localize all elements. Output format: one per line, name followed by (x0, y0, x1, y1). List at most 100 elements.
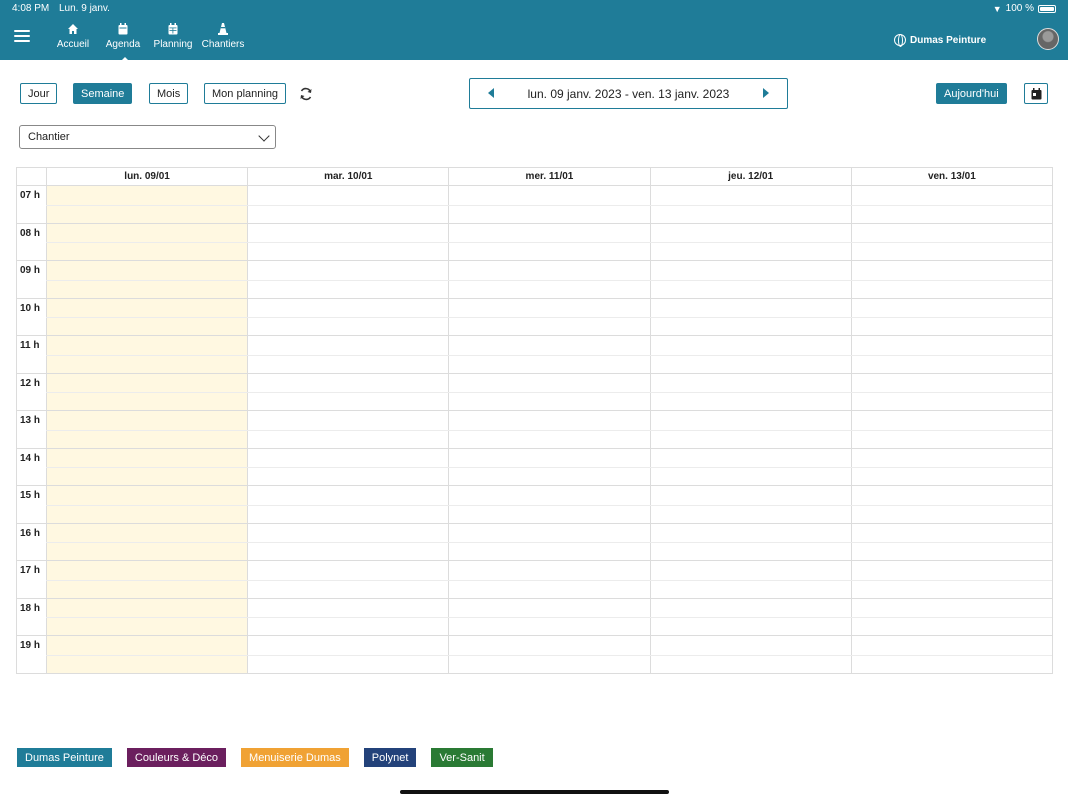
legend-tag[interactable]: Menuiserie Dumas (241, 748, 349, 767)
time-slot[interactable] (448, 636, 649, 673)
time-slot[interactable] (247, 486, 448, 523)
time-slot[interactable] (850, 373, 1052, 410)
time-slot[interactable] (247, 598, 448, 635)
time-slot[interactable] (649, 598, 851, 635)
status-right: ▼ 100 % (993, 3, 1056, 14)
next-week-icon[interactable] (763, 88, 769, 98)
time-slot[interactable] (649, 261, 851, 298)
time-slot[interactable] (850, 523, 1052, 560)
day-header: mer. 11/01 (448, 168, 649, 186)
time-slot[interactable] (850, 261, 1052, 298)
date-picker-button[interactable] (1024, 83, 1048, 104)
home-icon (68, 24, 78, 34)
nav-planning[interactable]: Planning (148, 22, 198, 50)
legend-tag[interactable]: Ver-Sanit (431, 748, 493, 767)
time-slot[interactable] (649, 373, 851, 410)
time-slot[interactable] (46, 411, 248, 448)
time-slot[interactable] (247, 336, 448, 373)
time-slot[interactable] (46, 636, 248, 673)
time-slot[interactable] (247, 298, 448, 335)
time-slot[interactable] (850, 186, 1052, 223)
time-slot[interactable] (649, 186, 851, 223)
calendar-header: lun. 09/01 mar. 10/01 mer. 11/01 jeu. 12… (17, 168, 1052, 186)
time-slot[interactable] (649, 411, 851, 448)
company-selector[interactable]: Dumas Peinture (894, 34, 986, 47)
time-slot[interactable] (649, 523, 851, 560)
time-slot[interactable] (850, 561, 1052, 598)
hour-label: 15 h (20, 490, 41, 501)
chantier-filter-select[interactable]: Chantier (19, 125, 276, 149)
time-slot[interactable] (850, 598, 1052, 635)
nav-accueil[interactable]: Accueil (48, 22, 98, 50)
time-slot[interactable] (649, 561, 851, 598)
time-slot[interactable] (649, 636, 851, 673)
time-slot[interactable] (46, 523, 248, 560)
time-slot[interactable] (448, 598, 649, 635)
time-slot[interactable] (448, 186, 649, 223)
time-slot[interactable] (850, 448, 1052, 485)
time-slot[interactable] (649, 336, 851, 373)
refresh-icon[interactable] (298, 86, 314, 102)
day-header: ven. 13/01 (850, 168, 1052, 186)
nav-agenda[interactable]: Agenda (98, 22, 148, 62)
legend-tag[interactable]: Polynet (363, 748, 417, 767)
time-slot[interactable] (46, 448, 248, 485)
time-slot[interactable] (448, 336, 649, 373)
time-slot[interactable] (46, 186, 248, 223)
calendar-icon (118, 23, 128, 35)
time-slot[interactable] (247, 373, 448, 410)
time-slot[interactable] (247, 411, 448, 448)
time-slot[interactable] (247, 561, 448, 598)
time-slot[interactable] (247, 186, 448, 223)
time-slot[interactable] (247, 636, 448, 673)
time-slot[interactable] (448, 486, 649, 523)
time-slot[interactable] (448, 298, 649, 335)
time-slot[interactable] (46, 336, 248, 373)
time-slot[interactable] (46, 561, 248, 598)
day-header: mar. 10/01 (247, 168, 448, 186)
time-slot[interactable] (46, 598, 248, 635)
time-slot[interactable] (247, 523, 448, 560)
view-month-button[interactable]: Mois (149, 83, 189, 104)
nav-chantiers[interactable]: Chantiers (198, 22, 248, 50)
today-button[interactable]: Aujourd'hui (936, 83, 1007, 104)
time-slot[interactable] (448, 261, 649, 298)
avatar[interactable] (1037, 28, 1059, 50)
date-range-navigator: lun. 09 janv. 2023 - ven. 13 janv. 2023 (469, 78, 788, 109)
time-slot[interactable] (448, 523, 649, 560)
time-slot[interactable] (850, 223, 1052, 260)
hamburger-menu-icon[interactable] (14, 30, 30, 44)
legend-tag[interactable]: Couleurs & Déco (126, 748, 227, 767)
time-slot[interactable] (649, 298, 851, 335)
time-slot[interactable] (850, 486, 1052, 523)
corner-cell (17, 168, 46, 186)
time-slot[interactable] (850, 636, 1052, 673)
view-day-button[interactable]: Jour (20, 83, 58, 104)
time-slot[interactable] (46, 298, 248, 335)
legend-tag[interactable]: Dumas Peinture (17, 748, 112, 767)
hour-row: 08 h (17, 223, 1052, 261)
hour-label: 17 h (20, 565, 41, 576)
time-slot[interactable] (46, 486, 248, 523)
time-slot[interactable] (649, 223, 851, 260)
time-slot[interactable] (247, 261, 448, 298)
my-planning-button[interactable]: Mon planning (204, 83, 287, 104)
time-slot[interactable] (46, 261, 248, 298)
time-slot[interactable] (448, 411, 649, 448)
time-slot[interactable] (46, 223, 248, 260)
time-slot[interactable] (247, 223, 448, 260)
previous-week-icon[interactable] (488, 88, 494, 98)
time-slot[interactable] (850, 298, 1052, 335)
view-week-button[interactable]: Semaine (73, 83, 133, 104)
time-slot[interactable] (46, 373, 248, 410)
hour-label: 08 h (20, 227, 41, 239)
time-slot[interactable] (850, 336, 1052, 373)
time-slot[interactable] (448, 561, 649, 598)
time-slot[interactable] (448, 448, 649, 485)
time-slot[interactable] (448, 223, 649, 260)
time-slot[interactable] (247, 448, 448, 485)
time-slot[interactable] (850, 411, 1052, 448)
time-slot[interactable] (649, 486, 851, 523)
time-slot[interactable] (649, 448, 851, 485)
time-slot[interactable] (448, 373, 649, 410)
